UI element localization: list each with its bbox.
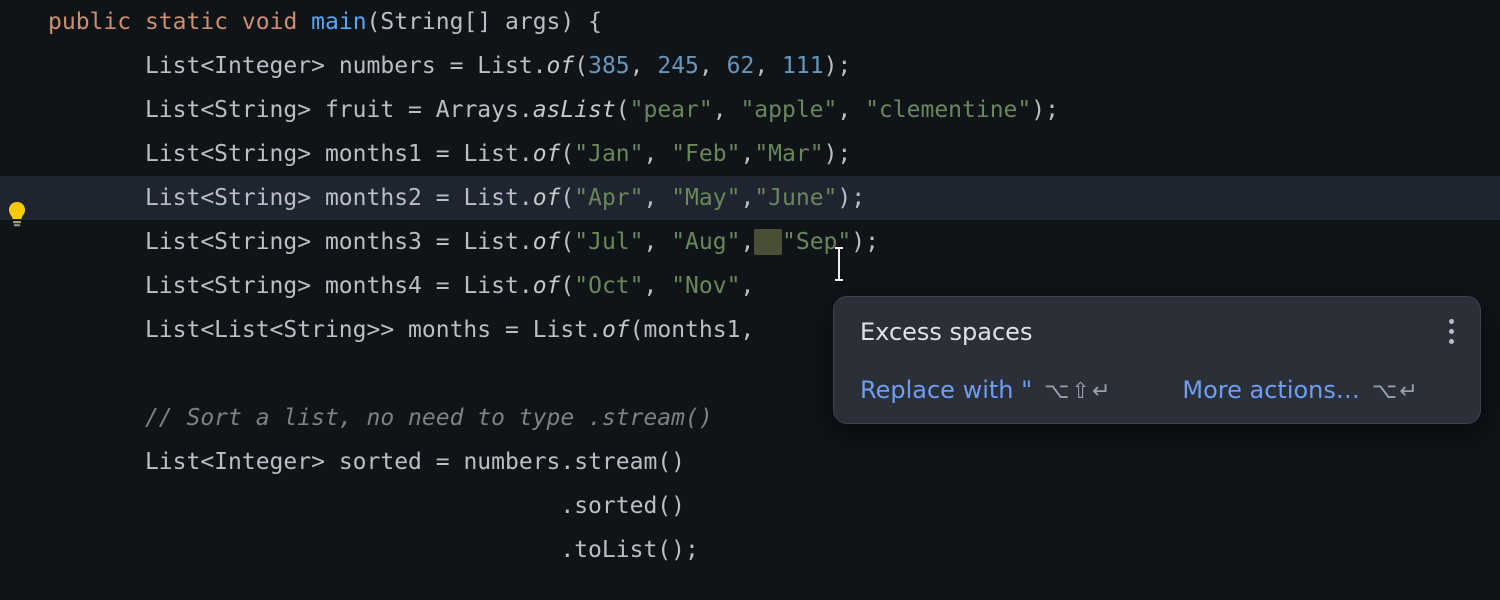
keyword: static [145, 9, 228, 35]
comment: // Sort a list, no need to type .stream(… [145, 405, 713, 431]
code-line[interactable]: List<Integer> sorted = numbers.stream() [48, 440, 1500, 484]
code-line[interactable]: public static void main(String[] args) { [48, 0, 1500, 44]
code-line[interactable]: List<String> fruit = Arrays.asList("pear… [48, 88, 1500, 132]
kebab-menu-icon[interactable] [1449, 319, 1454, 344]
method-signature: (String[] args) { [367, 9, 602, 35]
shortcut-hint: ⌥⇧↵ [1044, 381, 1112, 403]
gutter [0, 0, 48, 600]
tooltip-title: Excess spaces [860, 320, 1032, 344]
code-line-active[interactable]: List<String> months2 = List.of("Apr", "M… [0, 176, 1500, 220]
method-name: main [311, 9, 366, 35]
shortcut-hint: ⌥↵ [1372, 381, 1420, 403]
keyword: void [242, 9, 297, 35]
text-cursor [838, 249, 840, 279]
more-actions-label: More actions… [1182, 378, 1360, 402]
inspection-tooltip[interactable]: Excess spaces Replace with " ⌥⇧↵ More ac… [833, 296, 1481, 424]
keyword: public [48, 9, 131, 35]
code-line[interactable]: List<String> months1 = List.of("Jan", "F… [48, 132, 1500, 176]
code-line[interactable]: List<Integer> numbers = List.of(385, 245… [48, 44, 1500, 88]
quick-fix-replace[interactable]: Replace with " ⌥⇧↵ [860, 378, 1112, 403]
code-line[interactable]: .toList(); [48, 528, 1500, 572]
lightbulb-icon[interactable] [6, 200, 28, 228]
more-actions-link[interactable]: More actions… ⌥↵ [1182, 378, 1419, 403]
inspection-highlight [754, 229, 782, 255]
code-editor[interactable]: public static void main(String[] args) {… [0, 0, 1500, 600]
code-line[interactable]: List<String> months3 = List.of("Jul", "A… [48, 220, 1500, 264]
quick-fix-label: Replace with " [860, 378, 1032, 402]
code-line[interactable]: .sorted() [48, 484, 1500, 528]
